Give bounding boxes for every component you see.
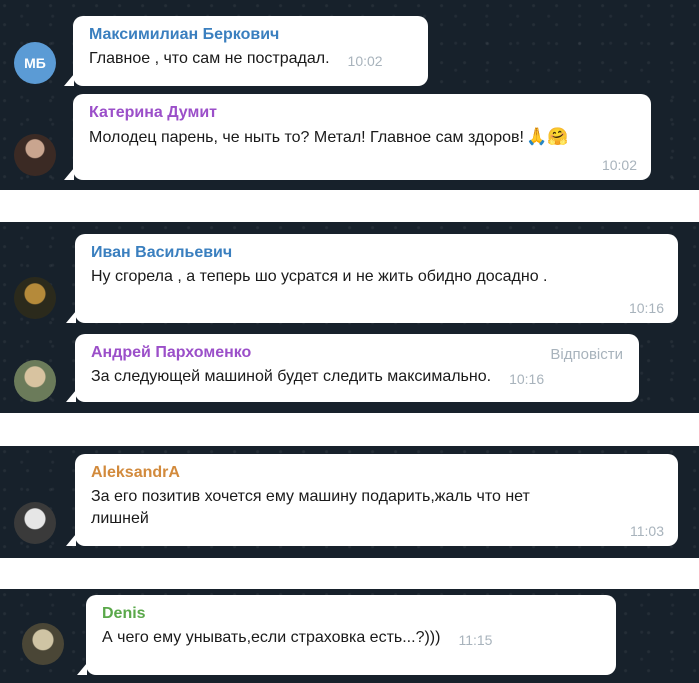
message-time: 11:15 <box>458 632 493 648</box>
message-time: 10:02 <box>601 157 637 173</box>
message-author[interactable]: AleksandrA <box>91 463 664 483</box>
avatar-initials: МБ <box>24 55 46 71</box>
message-text: За следующей машиной будет следить макси… <box>91 366 625 390</box>
message-text-line: лишней <box>91 510 149 527</box>
message-author[interactable]: Denis <box>102 604 602 624</box>
chat-panel-1: МБ Максимилиан Беркович Главное , что са… <box>0 0 699 190</box>
message-text: За его позитив хочется ему машину подари… <box>91 486 664 530</box>
chat-panel-3: AleksandrA За его позитив хочется ему ма… <box>0 446 699 558</box>
message-text-content: Главное , что сам не пострадал. <box>89 50 330 67</box>
avatar[interactable] <box>14 360 56 402</box>
message-bubble[interactable]: AleksandrA За его позитив хочется ему ма… <box>66 454 678 546</box>
message-text: Главное , что сам не пострадал. 10:02 <box>89 48 414 72</box>
message-time: 10:02 <box>347 53 383 69</box>
avatar[interactable]: МБ <box>14 42 56 84</box>
message-bubble[interactable]: Иван Васильевич Ну сгорела , а теперь шо… <box>66 234 678 323</box>
message-author[interactable]: Катерина Думит <box>89 103 637 123</box>
message-time: 10:16 <box>628 300 664 316</box>
message-time: 11:03 <box>630 523 664 539</box>
message-text-content: Молодец парень, че ныть то? Метал! Главн… <box>89 129 524 146</box>
message-text: Ну сгорела , а теперь шо усратся и не жи… <box>91 268 548 285</box>
message-time: 10:16 <box>509 371 545 387</box>
reply-button[interactable]: Відповісти <box>550 346 623 363</box>
avatar[interactable] <box>14 277 56 319</box>
message-text-content: А чего ему унывать,если страховка есть..… <box>102 629 441 646</box>
message-author[interactable]: Иван Васильевич <box>91 243 664 263</box>
message-text: Молодец парень, че ныть то? Метал! Главн… <box>89 126 637 149</box>
avatar[interactable] <box>22 623 64 665</box>
message-text-line: За его позитив хочется ему машину подари… <box>91 488 530 505</box>
emoji-icon: 🙏🤗 <box>525 127 569 146</box>
message-author[interactable]: Андрей Пархоменко <box>91 343 625 363</box>
message-text-content: За следующей машиной будет следить макси… <box>91 368 492 385</box>
chat-panel-2: Иван Васильевич Ну сгорела , а теперь шо… <box>0 222 699 413</box>
message-bubble[interactable]: Максимилиан Беркович Главное , что сам н… <box>64 16 428 86</box>
chat-panel-4: Denis А чего ему унывать,если страховка … <box>0 589 699 683</box>
avatar[interactable] <box>14 502 56 544</box>
message-bubble[interactable]: Катерина Думит Молодец парень, че ныть т… <box>64 94 651 180</box>
message-bubble[interactable]: Андрей Пархоменко Відповісти За следующе… <box>66 334 639 402</box>
avatar[interactable] <box>14 134 56 176</box>
message-text: А чего ему унывать,если страховка есть..… <box>102 627 602 651</box>
message-bubble[interactable]: Denis А чего ему унывать,если страховка … <box>77 595 616 675</box>
message-author[interactable]: Максимилиан Беркович <box>89 25 414 45</box>
